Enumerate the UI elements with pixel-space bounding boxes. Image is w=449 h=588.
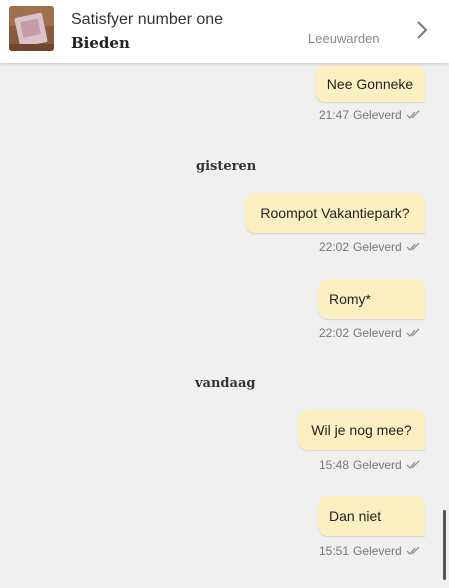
scrollbar[interactable] — [443, 510, 446, 580]
double-check-icon — [406, 110, 420, 119]
message-status: Geleverd — [353, 458, 402, 472]
message-status: Geleverd — [353, 240, 402, 254]
listing-location: Leeuwarden — [308, 31, 380, 46]
message-time: 15:51 — [319, 544, 350, 558]
message-time: 21:47 — [319, 108, 350, 122]
double-check-icon — [406, 546, 420, 555]
message-list[interactable]: Nee Gonneke 21:47 Geleverd gisteren Room… — [0, 63, 449, 588]
double-check-icon — [406, 460, 420, 469]
message-text: Romy* — [329, 291, 372, 307]
message-status: Geleverd — [353, 326, 402, 340]
message-time: 15:48 — [319, 458, 350, 472]
listing-status: Bieden — [71, 34, 130, 52]
chevron-right-icon[interactable] — [410, 14, 434, 46]
message-meta: 15:48 Geleverd — [319, 458, 420, 472]
message-text: Wil je nog mee? — [311, 422, 412, 438]
message-meta: 15:51 Geleverd — [319, 544, 420, 558]
message-text: Dan niet — [329, 508, 382, 524]
message-time: 22:02 — [319, 326, 350, 340]
listing-thumbnail[interactable] — [9, 6, 54, 51]
message-text: Nee Gonneke — [326, 75, 414, 92]
message-bubble: Romy* — [318, 279, 425, 319]
message-time: 22:02 — [319, 240, 350, 254]
double-check-icon — [406, 242, 420, 251]
message-status: Geleverd — [353, 544, 402, 558]
message-bubble: Nee Gonneke — [315, 65, 425, 102]
message-meta: 22:02 Geleverd — [319, 326, 420, 340]
message-meta: 22:02 Geleverd — [319, 240, 420, 254]
message-text: Roompot Vakantiepark? — [260, 205, 410, 221]
day-separator: gisteren — [196, 159, 257, 174]
message-bubble: Wil je nog mee? — [298, 410, 425, 450]
message-meta: 21:47 Geleverd — [319, 108, 420, 122]
chat-header[interactable]: Satisfyer number one Bieden Leeuwarden — [0, 0, 449, 63]
day-separator: vandaag — [195, 376, 256, 391]
message-status: Geleverd — [353, 108, 402, 122]
message-bubble: Roompot Vakantiepark? — [245, 193, 425, 233]
double-check-icon — [406, 328, 420, 337]
listing-title: Satisfyer number one — [71, 11, 224, 28]
message-bubble: Dan niet — [318, 496, 425, 536]
